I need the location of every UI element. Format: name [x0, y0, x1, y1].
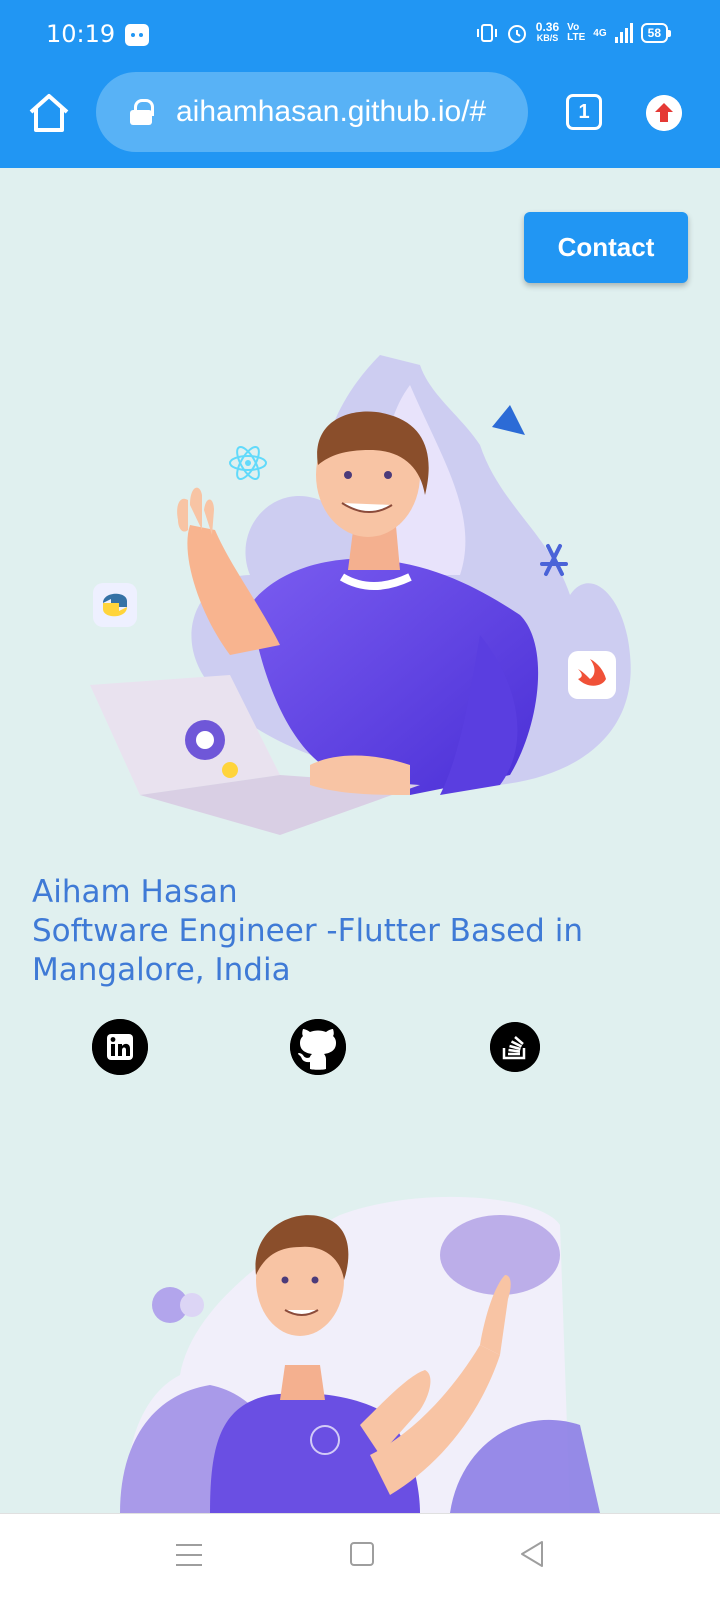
azure-icon	[492, 405, 525, 435]
contact-button[interactable]: Contact	[524, 212, 688, 283]
volte-indicator: Vo LTE	[567, 23, 585, 43]
react-icon	[229, 446, 267, 480]
navigation-bar	[0, 1513, 720, 1600]
volte-bottom: LTE	[567, 32, 586, 43]
net-speed: 0.36 KB/S	[535, 20, 560, 44]
status-time: 10:19	[46, 20, 116, 48]
url-bar[interactable]: aihamhasan.github.io/#	[96, 72, 528, 152]
home-icon[interactable]	[26, 90, 72, 136]
status-indicators: 0.36 KB/S Vo LTE 4G 58	[476, 20, 672, 44]
linkedin-icon[interactable]	[92, 1019, 148, 1075]
tab-switcher-button[interactable]: 1	[566, 94, 602, 130]
python-icon	[93, 583, 137, 627]
stackoverflow-icon[interactable]	[490, 1022, 540, 1072]
profile-name: Aiham Hasan	[32, 874, 238, 910]
url-text[interactable]: aihamhasan.github.io/#	[176, 95, 521, 129]
skills-illustration	[120, 1196, 600, 1513]
battery-icon: 58	[640, 23, 672, 43]
signal-icon	[614, 23, 633, 43]
browser-toolbar: aihamhasan.github.io/# 1	[0, 66, 720, 168]
github-icon[interactable]	[290, 1019, 346, 1075]
swift-icon	[568, 651, 616, 699]
intro-text: Aiham Hasan Software Engineer -Flutter B…	[32, 873, 682, 990]
network-type: 4G	[593, 27, 607, 39]
profile-location: Mangalore, India	[32, 952, 291, 988]
status-bar: 10:19 0.36 KB/S Vo LTE 4G 58	[0, 0, 720, 66]
alarm-icon	[507, 25, 526, 43]
net-speed-value: 0.36	[535, 20, 560, 34]
recent-apps-icon[interactable]	[176, 1544, 202, 1566]
net-speed-unit: KB/S	[536, 33, 559, 43]
update-icon[interactable]	[646, 95, 682, 131]
lock-icon	[130, 99, 154, 125]
hero-illustration	[90, 355, 631, 835]
android-notification-icon	[125, 24, 149, 46]
home-nav-icon[interactable]	[350, 1542, 374, 1566]
profile-tagline: Software Engineer -Flutter Based in	[32, 913, 583, 949]
vibrate-icon	[476, 24, 497, 42]
back-icon[interactable]	[518, 1539, 546, 1569]
